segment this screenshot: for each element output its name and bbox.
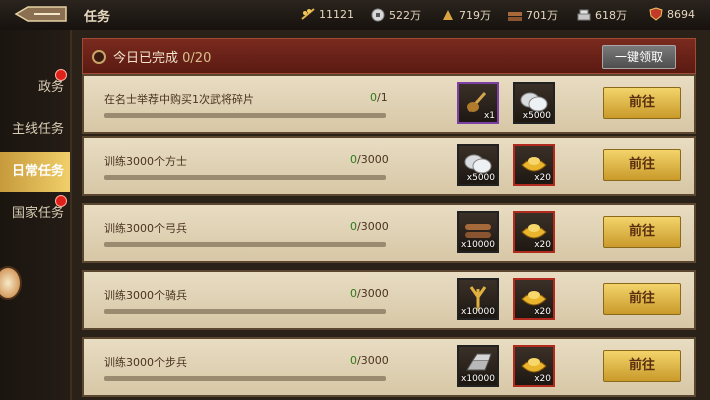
resource-value: 522万 — [389, 9, 421, 22]
daily-progress-label: 今日已完成 — [113, 51, 179, 66]
task-progress-text: 0/3000 — [350, 354, 389, 367]
reward-quantity: x10000 — [461, 374, 495, 384]
task-row: 训练3000个方士 0/3000 x5000 x20 前往 — [82, 136, 696, 196]
reward-quantity: x5000 — [466, 173, 495, 183]
task-progress-text: 0/1 — [370, 91, 388, 104]
task-row: 训练3000个弓兵 0/3000 x10000 x20 前往 — [82, 203, 696, 263]
task-progress-bar — [104, 309, 386, 314]
silver-icon — [577, 9, 591, 21]
resource-value: 8694 — [667, 7, 695, 21]
reward-slot[interactable]: x1 — [457, 82, 499, 124]
task-progress-current: 0 — [370, 91, 377, 104]
task-progress-current: 0 — [350, 153, 357, 166]
reward-slot[interactable]: x5000 — [457, 144, 499, 186]
reward-slot[interactable]: x10000 — [457, 211, 499, 253]
task-progress-total: /1 — [377, 91, 388, 104]
task-name: 训练3000个步兵 — [104, 356, 187, 369]
reward-quantity: x20 — [534, 374, 551, 384]
task-row: 在名士举荐中购买1次武将碎片 0/1 x1 x5000 前往 — [82, 74, 696, 134]
daily-progress-text: 今日已完成 0/20 — [113, 47, 211, 66]
task-progress-current: 0 — [350, 220, 357, 233]
top-bar: 任务 11121 522万 719万 701万 618万 8694 — [0, 0, 710, 31]
sidebar-item-main-quests[interactable]: 主线任务 — [0, 110, 70, 150]
task-progress-total: /3000 — [357, 153, 389, 166]
task-progress-total: /3000 — [357, 354, 389, 367]
task-name: 在名士举荐中购买1次武将碎片 — [104, 93, 254, 106]
resource-value: 618万 — [595, 9, 627, 22]
reward-quantity: x1 — [483, 111, 495, 121]
resource-wheat: 11121 — [300, 7, 354, 21]
reward-quantity: x10000 — [461, 307, 495, 317]
resource-shield: 8694 — [648, 7, 695, 21]
coin-icon — [371, 8, 385, 22]
page-title: 任务 — [84, 10, 111, 25]
reward-slot[interactable]: x20 — [513, 144, 555, 186]
resource-coin: 522万 — [370, 7, 421, 23]
claim-all-button[interactable]: 一键领取 — [602, 45, 676, 69]
goto-button[interactable]: 前往 — [603, 149, 681, 181]
task-progress-current: 0 — [350, 354, 357, 367]
task-progress-text: 0/3000 — [350, 287, 389, 300]
task-progress-current: 0 — [350, 287, 357, 300]
reward-quantity: x20 — [534, 173, 551, 183]
notification-dot — [55, 69, 67, 81]
resource-grain: 719万 — [440, 7, 491, 23]
daily-progress-count: 0/20 — [182, 51, 212, 66]
resource-value: 11121 — [319, 7, 354, 21]
reward-quantity: x10000 — [461, 240, 495, 250]
resource-value: 719万 — [459, 9, 491, 22]
goto-button[interactable]: 前往 — [603, 216, 681, 248]
task-row: 训练3000个骑兵 0/3000 x10000 x20 前往 — [82, 270, 696, 330]
back-arrow-icon[interactable] — [14, 5, 68, 23]
task-name: 训练3000个方士 — [104, 155, 187, 168]
reward-slot[interactable]: x5000 — [513, 82, 555, 124]
shield-icon — [649, 7, 663, 21]
reward-quantity: x20 — [534, 307, 551, 317]
task-progress-bar — [104, 113, 386, 118]
goto-button[interactable]: 前往 — [603, 283, 681, 315]
task-progress-total: /3000 — [357, 220, 389, 233]
task-progress-total: /3000 — [357, 287, 389, 300]
reward-quantity: x5000 — [522, 111, 551, 121]
reward-slot[interactable]: x10000 — [457, 278, 499, 320]
goto-button[interactable]: 前往 — [603, 350, 681, 382]
task-name: 训练3000个弓兵 — [104, 222, 187, 235]
reward-slot[interactable]: x10000 — [457, 345, 499, 387]
task-progress-bar — [104, 242, 386, 247]
wood-icon — [508, 12, 522, 21]
task-row: 训练3000个步兵 0/3000 x10000 x20 前往 — [82, 337, 696, 397]
sidebar-item-daily-quests[interactable]: 日常任务 — [0, 152, 70, 192]
task-name: 训练3000个骑兵 — [104, 289, 187, 302]
notification-dot — [55, 195, 67, 207]
task-progress-text: 0/3000 — [350, 220, 389, 233]
reward-quantity: x20 — [534, 240, 551, 250]
bullet-icon — [92, 50, 106, 64]
reward-slot[interactable]: x20 — [513, 345, 555, 387]
grain-icon — [443, 10, 453, 20]
task-progress-bar — [104, 376, 386, 381]
resource-silver: 618万 — [576, 7, 627, 23]
task-progress-bar — [104, 175, 386, 180]
goto-button[interactable]: 前往 — [603, 87, 681, 119]
reward-slot[interactable]: x20 — [513, 278, 555, 320]
resource-value: 701万 — [526, 9, 558, 22]
task-progress-text: 0/3000 — [350, 153, 389, 166]
resource-wood: 701万 — [507, 7, 558, 23]
reward-slot[interactable]: x20 — [513, 211, 555, 253]
wheat-icon — [301, 8, 315, 20]
